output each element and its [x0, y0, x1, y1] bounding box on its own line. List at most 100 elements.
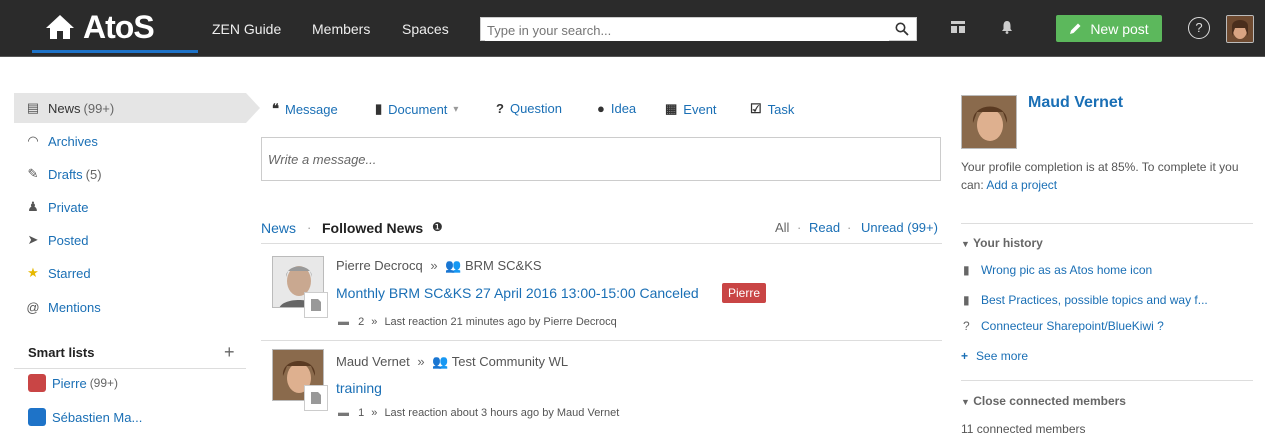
post-type-idea[interactable]: ● Idea [597, 101, 636, 116]
post-meta: Maud Vernet » 👥 Test Community WL [336, 354, 568, 370]
profile-name[interactable]: Maud Vernet [1028, 94, 1123, 112]
sidebar-item-mentions[interactable]: @ Mentions [14, 292, 246, 322]
filter-unread[interactable]: Unread (99+) [861, 220, 938, 235]
divider [261, 340, 942, 341]
nav-spaces[interactable]: Spaces [402, 21, 449, 37]
sidebar-item-starred[interactable]: ★ Starred [14, 258, 246, 288]
post-type-label: Idea [610, 101, 637, 116]
sidebar-item-label: Private [48, 199, 89, 215]
plus-icon: + [961, 349, 969, 363]
archive-icon: ◠ [27, 133, 39, 148]
history-title: Your history [973, 236, 1043, 250]
sidebar-item-label: Archives [48, 133, 98, 149]
separator: · [797, 220, 802, 235]
user-icon: ♟ [27, 199, 39, 214]
smart-lists-title: Smart lists [28, 345, 95, 360]
community-icon: 👥 [432, 354, 449, 369]
avatar-photo [962, 96, 1016, 148]
post-title[interactable]: training [336, 380, 382, 396]
profile-completion: Your profile completion is at 85%. To co… [961, 158, 1261, 194]
history-header[interactable]: ▼ Your history [961, 236, 1043, 250]
comment-count[interactable]: 1 [358, 407, 364, 419]
post-author[interactable]: Pierre Decrocq [336, 258, 423, 273]
history-item[interactable]: ▮ Best Practices, possible topics and wa… [963, 293, 1208, 307]
post-author[interactable]: Maud Vernet [336, 354, 410, 369]
separator: · [307, 220, 312, 235]
sidebar-item-news[interactable]: ▤ News (99+) [14, 93, 260, 123]
question-icon: ? [496, 101, 504, 116]
search-box [480, 17, 917, 41]
post-type-message[interactable]: ❝ Message [272, 101, 338, 117]
sidebar-item-drafts[interactable]: ✎ Drafts (5) [14, 159, 246, 189]
smart-list-count: (99+) [89, 376, 119, 390]
nav-zen-guide[interactable]: ZEN Guide [212, 21, 281, 37]
comment-count[interactable]: 2 [358, 316, 364, 328]
document-icon [304, 292, 328, 318]
feed-tabs: News · Followed News ❶ All · Read · Unre… [261, 220, 942, 242]
question-icon: ? [963, 319, 970, 333]
smart-list-label: Pierre [52, 375, 87, 391]
add-smart-list-icon[interactable]: + [224, 342, 235, 363]
tab-followed-news[interactable]: Followed News [322, 220, 423, 236]
brand-name: AtoS [83, 8, 155, 45]
news-icon: ▤ [26, 100, 40, 115]
pencil-icon [1070, 23, 1081, 34]
dashboard-icon[interactable] [951, 20, 965, 34]
user-avatar[interactable] [1226, 15, 1254, 43]
sidebar-item-posted[interactable]: ➤ Posted [14, 225, 246, 255]
filter-all[interactable]: All [775, 220, 789, 235]
history-label: Wrong pic as as Atos home icon [981, 263, 1153, 277]
info-icon[interactable]: ❶ [432, 220, 443, 234]
add-project-link[interactable]: Add a project [986, 178, 1057, 192]
caret-down-icon: ▼ [961, 239, 970, 249]
post-type-event[interactable]: ▦ Event [665, 101, 717, 117]
history-item[interactable]: ? Connecteur Sharepoint/BlueKiwi ? [963, 319, 1164, 333]
new-post-button[interactable]: New post [1056, 15, 1162, 42]
search-input[interactable] [485, 19, 889, 41]
logo[interactable]: AtoS [45, 8, 155, 46]
caret-down-icon: ▼ [961, 397, 970, 407]
post-title[interactable]: Monthly BRM SC&KS 27 April 2016 13:00-15… [336, 285, 699, 301]
pencil-icon: ✎ [27, 166, 39, 181]
sidebar-item-count: (5) [85, 166, 102, 182]
see-more-link[interactable]: + See more [961, 349, 1028, 363]
sidebar-item-label: Drafts [48, 166, 83, 182]
divider [14, 368, 246, 369]
help-icon[interactable]: ? [1188, 17, 1210, 39]
smart-list-pierre[interactable]: Pierre (99+) [14, 370, 246, 396]
nav-members[interactable]: Members [312, 21, 370, 37]
connected-title: Close connected members [973, 394, 1126, 408]
post-type-task[interactable]: ☑ Task [750, 101, 794, 117]
smart-list-sebastien[interactable]: Sébastien Ma... [14, 404, 246, 430]
bell-icon[interactable] [1001, 20, 1013, 34]
sidebar-item-archives[interactable]: ◠ Archives [14, 126, 246, 156]
history-item[interactable]: ▮ Wrong pic as as Atos home icon [963, 263, 1152, 277]
post-community[interactable]: Test Community WL [452, 354, 568, 369]
divider [261, 243, 942, 244]
post-type-document[interactable]: ▮ Document ▾ [375, 101, 458, 117]
tab-news[interactable]: News [261, 220, 296, 236]
sidebar-item-label: Posted [48, 232, 89, 248]
post-type-label: Event [683, 101, 717, 117]
separator: » [430, 258, 438, 273]
post-community[interactable]: BRM SC&KS [465, 258, 542, 273]
chevron-down-icon: ▾ [453, 103, 459, 115]
filter-read[interactable]: Read [809, 220, 840, 235]
comment-icon: ▬ [338, 407, 349, 419]
message-input[interactable]: Write a message... [261, 137, 941, 181]
profile-photo[interactable] [961, 95, 1017, 149]
post-type-question[interactable]: ? Question [496, 101, 562, 116]
divider [961, 223, 1253, 224]
post-type-label: Task [767, 101, 795, 117]
separator: » [371, 407, 378, 419]
community-icon: 👥 [445, 258, 462, 273]
search-icon[interactable] [895, 22, 909, 36]
smart-list-label: Sébastien Ma... [52, 409, 143, 425]
connected-header[interactable]: ▼ Close connected members [961, 394, 1126, 408]
star-icon: ★ [27, 265, 39, 280]
sidebar-item-private[interactable]: ♟ Private [14, 192, 246, 222]
smart-list-color [28, 408, 46, 426]
post-tag[interactable]: Pierre [722, 283, 767, 303]
top-bar: AtoS ZEN Guide Members Spaces New post ? [0, 0, 1265, 57]
quote-icon: ❝ [272, 101, 279, 116]
